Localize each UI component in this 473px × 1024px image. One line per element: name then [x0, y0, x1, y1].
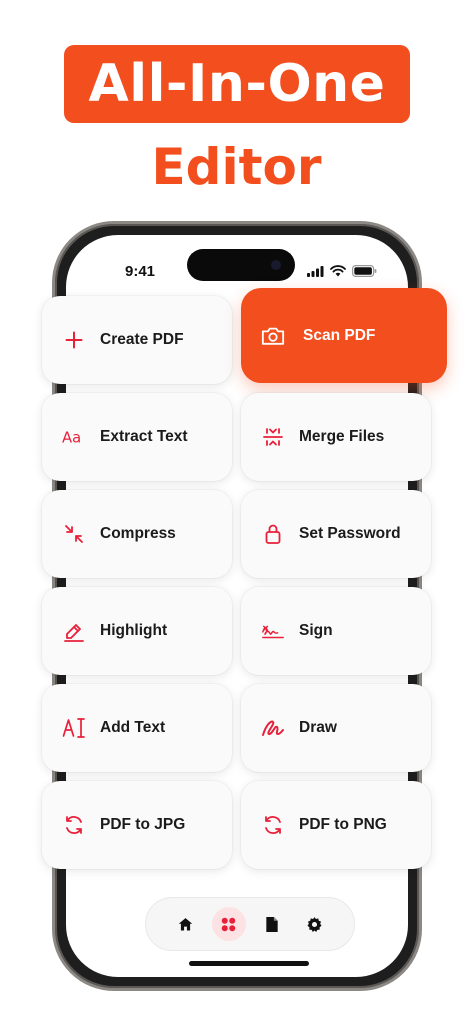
tool-label: Draw — [299, 719, 337, 736]
gear-icon — [307, 916, 322, 932]
headline-banner: All-In-One — [64, 45, 410, 123]
dynamic-island — [187, 249, 295, 281]
compress-icon — [62, 522, 86, 546]
tool-extract-text[interactable]: Aa Extract Text — [42, 393, 232, 481]
tool-label: Add Text — [100, 719, 166, 736]
tool-label: Compress — [100, 525, 176, 542]
tool-merge-files[interactable]: Merge Files — [241, 393, 431, 481]
tool-label: Merge Files — [299, 428, 385, 445]
text-aa-icon: Aa — [62, 425, 86, 449]
bottom-tab-bar — [145, 897, 355, 951]
headline-subtitle: Editor — [151, 138, 322, 196]
battery-icon — [352, 265, 377, 277]
tool-highlight[interactable]: Highlight — [42, 587, 232, 675]
tab-documents[interactable] — [255, 907, 289, 941]
plus-icon — [62, 328, 86, 352]
tool-compress[interactable]: Compress — [42, 490, 232, 578]
home-icon — [178, 917, 193, 931]
tool-scan-pdf[interactable]: Scan PDF — [241, 288, 447, 383]
svg-text:Aa: Aa — [62, 430, 81, 447]
document-icon — [265, 916, 278, 932]
convert-icon — [261, 813, 285, 837]
tool-label: Scan PDF — [303, 326, 376, 344]
tool-label: Sign — [299, 622, 333, 639]
tool-label: Set Password — [299, 525, 401, 542]
tool-label: Extract Text — [100, 428, 188, 445]
tool-label: PDF to JPG — [100, 816, 186, 833]
text-cursor-icon — [62, 716, 86, 740]
camera-icon — [261, 324, 285, 348]
tool-pdf-to-png[interactable]: PDF to PNG — [241, 781, 431, 869]
lock-icon — [261, 522, 285, 546]
tool-sign[interactable]: Sign — [241, 587, 431, 675]
status-icons — [307, 265, 377, 277]
tool-add-text[interactable]: Add Text — [42, 684, 232, 772]
grid-icon — [221, 917, 236, 931]
signal-icon — [307, 265, 324, 277]
front-camera-icon — [271, 260, 281, 270]
tool-create-pdf[interactable]: Create PDF — [42, 296, 232, 384]
scribble-icon — [261, 716, 285, 740]
merge-icon — [261, 425, 285, 449]
tab-home[interactable] — [169, 907, 203, 941]
status-time: 9:41 — [125, 263, 156, 280]
headline-title: All-In-One — [88, 54, 386, 114]
tool-draw[interactable]: Draw — [241, 684, 431, 772]
tool-label: Create PDF — [100, 331, 184, 348]
tool-pdf-to-jpg[interactable]: PDF to JPG — [42, 781, 232, 869]
tool-label: PDF to PNG — [299, 816, 387, 833]
highlighter-icon — [62, 619, 86, 643]
convert-icon — [62, 813, 86, 837]
tool-label: Highlight — [100, 622, 168, 639]
tab-tools[interactable] — [211, 907, 246, 941]
signature-icon — [261, 619, 285, 643]
wifi-icon — [330, 265, 346, 277]
home-indicator — [189, 961, 309, 966]
tool-set-password[interactable]: Set Password — [241, 490, 431, 578]
tab-settings[interactable] — [298, 907, 332, 941]
